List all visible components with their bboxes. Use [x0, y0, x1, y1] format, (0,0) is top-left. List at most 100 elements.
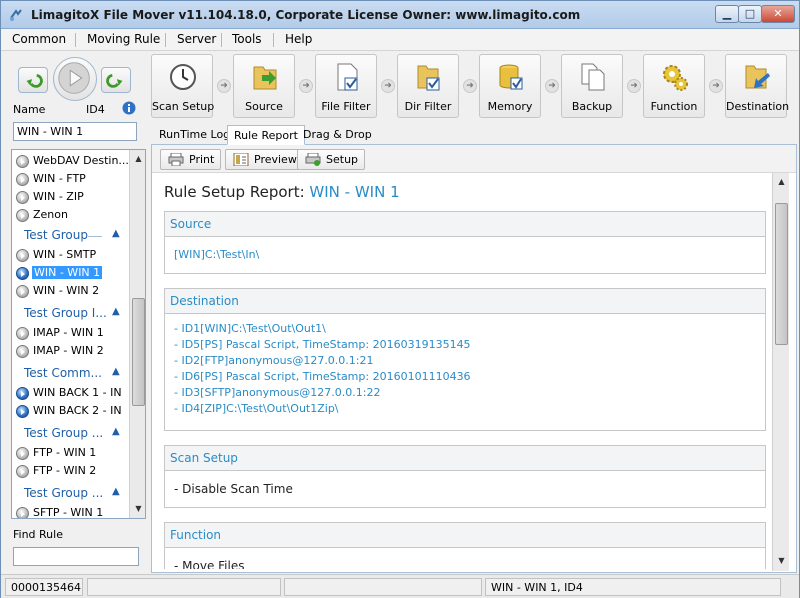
scroll-up-arrow-icon[interactable]: ▲ — [132, 152, 145, 165]
scroll-down-arrow-icon[interactable]: ▼ — [775, 554, 788, 567]
scroll-up-arrow-icon[interactable]: ▲ — [775, 175, 788, 188]
menu-separator — [221, 33, 222, 47]
rule-status-icon — [16, 327, 29, 340]
print-button[interactable]: Print — [160, 149, 222, 170]
setup-button[interactable]: Setup — [297, 149, 366, 170]
section-title: Scan Setup — [165, 446, 765, 471]
menu-common[interactable]: Common — [12, 32, 66, 46]
report-section-destination: Destination - ID1[WIN]C:\Test\Out\Out1\ … — [164, 288, 766, 431]
rule-status-icon — [16, 285, 29, 298]
rule-forward-button[interactable] — [101, 67, 131, 93]
rule-name-field[interactable] — [13, 122, 137, 141]
app-icon — [10, 9, 22, 21]
destination-button[interactable]: Destination — [725, 54, 789, 118]
tab-rule-report[interactable]: Rule Report — [227, 125, 305, 145]
section-body: - Move Files — [174, 559, 245, 569]
scroll-down-arrow-icon[interactable]: ▼ — [132, 502, 145, 515]
play-icon — [58, 62, 90, 94]
section-title: Source — [165, 212, 765, 237]
flow-arrow-icon: ➜ — [381, 79, 395, 93]
status-bar: 0000135464 WIN - WIN 1, ID4 — [1, 574, 799, 598]
rule-status-icon — [16, 447, 29, 460]
close-button[interactable]: ✕ — [761, 5, 795, 23]
group-header[interactable]: Test Group ... ▲ — [24, 426, 120, 443]
flow-arrow-icon: ➜ — [709, 79, 723, 93]
document-check-icon — [337, 63, 358, 91]
menu-separator — [165, 33, 166, 47]
scrollbar-thumb[interactable] — [775, 203, 788, 345]
file-filter-button[interactable]: File Filter — [315, 54, 377, 118]
function-button[interactable]: Function — [643, 54, 705, 118]
report-title: Rule Setup Report: WIN - WIN 1 — [164, 183, 400, 201]
rule-status-icon — [16, 249, 29, 262]
rule-status-icon — [16, 155, 29, 168]
gear-icon — [663, 65, 688, 91]
maximize-button[interactable]: □ — [738, 5, 762, 23]
title-bar[interactable]: LimagitoX File Mover v11.104.18.0, Corpo… — [1, 1, 799, 29]
flow-arrow-icon: ➜ — [627, 79, 641, 93]
rule-status-icon — [16, 405, 29, 418]
scan-setup-button[interactable]: Scan Setup — [151, 54, 214, 118]
minimize-button[interactable]: ▁ — [715, 5, 739, 23]
chevron-up-icon[interactable]: ▲ — [112, 426, 120, 437]
menu-tools[interactable]: Tools — [232, 32, 262, 46]
tab-runtime-log[interactable]: RunTime Log — [153, 125, 236, 145]
close-icon: ✕ — [773, 7, 783, 20]
group-header[interactable]: Test Group ▲ — [24, 228, 120, 245]
flow-arrow-icon: ➜ — [463, 79, 477, 93]
rule-list-scrollbar[interactable]: ▲ ▼ — [129, 150, 145, 518]
chevron-up-icon[interactable]: ▲ — [112, 228, 120, 239]
source-button[interactable]: Source — [233, 54, 295, 118]
tab-drag-drop[interactable]: Drag & Drop — [297, 125, 378, 145]
group-header[interactable]: Test Group I... ▲ — [24, 306, 120, 323]
chevron-up-icon[interactable]: ▲ — [112, 486, 120, 497]
rule-report: Rule Setup Report: WIN - WIN 1 Source [W… — [164, 183, 772, 569]
name-label: Name — [13, 103, 46, 116]
copy-icon — [581, 63, 605, 91]
menu-server[interactable]: Server — [177, 32, 216, 46]
chevron-up-icon[interactable]: ▲ — [112, 306, 120, 317]
folder-out-icon — [745, 65, 770, 89]
find-rule-label: Find Rule — [13, 528, 63, 541]
menu-separator — [273, 33, 274, 47]
preview-icon — [233, 153, 249, 166]
chevron-up-icon[interactable]: ▲ — [112, 366, 120, 377]
flow-arrow-icon: ➜ — [299, 79, 313, 93]
report-section-function: Function - Move Files — [164, 522, 766, 569]
rule-status-icon — [16, 191, 29, 204]
green-arrow-right-icon — [106, 74, 123, 88]
report-scrollbar[interactable]: ▲ ▼ — [772, 173, 789, 571]
folder-check-icon — [417, 65, 440, 91]
minimize-icon: ▁ — [722, 7, 732, 20]
rule-list[interactable]: WebDAV Destin... WIN - FTP WIN - ZIP Zen… — [11, 149, 146, 519]
menu-moving-rule[interactable]: Moving Rule — [87, 32, 160, 46]
folder-arrow-icon — [253, 66, 277, 90]
status-counter: 0000135464 — [5, 578, 83, 596]
backup-button[interactable]: Backup — [561, 54, 623, 118]
rule-panel: Name ID4 WebDAV Destin... WIN - FTP WIN … — [5, 53, 147, 573]
rule-back-button[interactable] — [18, 67, 48, 93]
rule-status-icon — [16, 387, 29, 400]
preview-button[interactable]: Preview — [225, 149, 304, 170]
section-body: - Disable Scan Time — [174, 482, 293, 496]
dir-filter-button[interactable]: Dir Filter — [397, 54, 459, 118]
find-rule-input[interactable] — [13, 547, 139, 566]
rule-status-icon — [16, 173, 29, 186]
rule-status-icon — [16, 507, 29, 518]
printer-setup-icon — [305, 153, 321, 166]
section-title: Destination — [165, 289, 765, 314]
info-icon[interactable] — [122, 101, 136, 115]
group-divider — [88, 236, 102, 237]
flow-arrow-icon: ➜ — [545, 79, 559, 93]
menu-bar: Common Moving Rule Server Tools Help — [1, 29, 799, 51]
rule-play-button[interactable] — [53, 57, 97, 101]
menu-help[interactable]: Help — [285, 32, 312, 46]
main-window: LimagitoX File Mover v11.104.18.0, Corpo… — [0, 0, 800, 598]
rule-toolbar: Scan Setup ➜ Source ➜ File Filter ➜ Dir … — [151, 53, 797, 119]
group-header[interactable]: Test Comm... ▲ — [24, 366, 120, 383]
memory-button[interactable]: Memory — [479, 54, 541, 118]
status-current-rule: WIN - WIN 1, ID4 — [485, 578, 781, 596]
scrollbar-thumb[interactable] — [132, 298, 145, 406]
group-header[interactable]: Test Group ... ▲ — [24, 486, 120, 503]
window-title: LimagitoX File Mover v11.104.18.0, Corpo… — [31, 8, 581, 22]
